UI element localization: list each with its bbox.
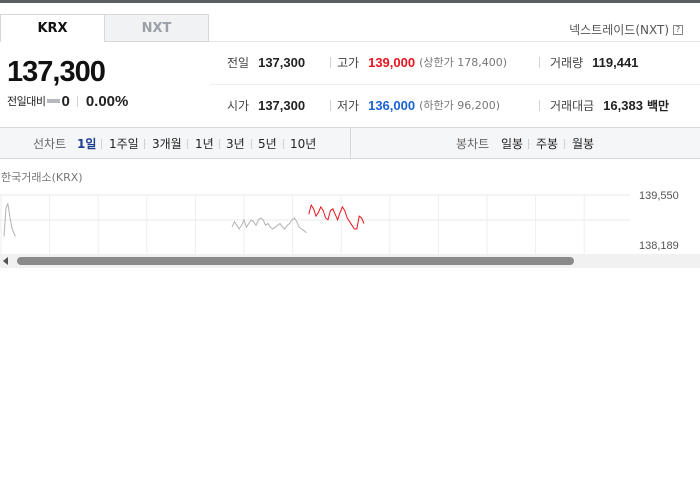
stat-high-label: 고가 [337, 55, 360, 70]
tab-underline [209, 41, 700, 42]
toolbar-divider [564, 139, 565, 149]
period-3m[interactable]: 3개월 [152, 135, 182, 152]
column-divider [330, 100, 331, 111]
column-divider [539, 57, 540, 68]
tab-krx[interactable]: KRX [0, 14, 105, 42]
change-divider [76, 95, 78, 107]
period-10y[interactable]: 10년 [290, 135, 316, 152]
stat-volume-label: 거래량 [550, 55, 584, 70]
nxt-link-label: 넥스트레이드(NXT) [569, 23, 669, 37]
current-price: 137,300 [7, 56, 106, 88]
stat-trade-value-label: 거래대금 [550, 98, 595, 113]
stat-upper-limit: (상한가 178,400) [419, 56, 508, 69]
column-divider [330, 57, 331, 68]
period-3y[interactable]: 3년 [226, 135, 245, 152]
stat-prev-close-label: 전일 [227, 55, 250, 70]
stat-high: 고가 139,000 (상한가 178,400) [337, 53, 507, 71]
stat-low: 저가 136,000 (하한가 96,200) [337, 96, 500, 114]
change-row: 전일대비 0 0.00% [7, 92, 129, 110]
tab-nxt[interactable]: NXT [104, 14, 209, 42]
toolbar-divider [528, 139, 529, 149]
period-1y[interactable]: 1년 [195, 135, 214, 152]
price-chart: 139,550 138,189 [0, 190, 679, 255]
y-tick-label: 138,189 [639, 240, 679, 252]
scroll-thumb[interactable] [17, 257, 574, 265]
scroll-left-arrow-icon[interactable] [3, 257, 8, 265]
change-label: 전일대비 [7, 95, 46, 108]
stat-open-label: 시가 [227, 98, 250, 113]
stat-prev-close: 전일 137,300 [227, 53, 305, 71]
stats-row-divider [210, 84, 700, 85]
price-series-line [308, 203, 365, 230]
period-1w[interactable]: 1주일 [109, 135, 139, 152]
line-chart-label: 선차트 [33, 137, 67, 151]
stat-volume-value: 119,441 [592, 54, 639, 70]
candle-daily[interactable]: 일봉 [501, 135, 523, 152]
candle-chart-label: 봉차트 [456, 137, 490, 151]
change-percent: 0.00% [85, 92, 129, 110]
toolbar-divider [251, 139, 252, 149]
toolbar-divider [101, 139, 102, 149]
stat-lower-limit: (하한가 96,200) [419, 99, 501, 112]
stat-open: 시가 137,300 [227, 96, 305, 114]
stat-low-label: 저가 [337, 98, 360, 113]
chart-toolbar: 선차트 1일 1주일 3개월 1년 3년 5년 10년 봉차트 일봉 주봉 월봉 [0, 127, 700, 159]
toolbar-section-divider [350, 128, 351, 158]
stat-trade-value-value: 16,383 [603, 97, 643, 113]
toolbar-divider [283, 139, 284, 149]
column-divider [539, 100, 540, 111]
y-tick-label: 139,550 [639, 190, 679, 202]
stat-trade-value-unit: 백만 [646, 98, 670, 113]
toolbar-divider [219, 139, 220, 149]
nxt-info-link[interactable]: 넥스트레이드(NXT) ? [569, 21, 683, 38]
candle-weekly[interactable]: 주봉 [536, 135, 558, 152]
period-1d[interactable]: 1일 [77, 135, 96, 152]
change-value: 0 [61, 92, 70, 110]
stat-prev-close-value: 137,300 [258, 54, 306, 70]
period-5y[interactable]: 5년 [258, 135, 277, 152]
top-border [0, 0, 700, 3]
help-icon[interactable]: ? [673, 24, 683, 35]
candle-monthly[interactable]: 월봉 [572, 135, 594, 152]
chart-scrollbar[interactable] [0, 254, 700, 268]
stat-low-value: 136,000 [368, 97, 416, 113]
stat-volume: 거래량 119,441 [550, 53, 638, 71]
stat-trade-value: 거래대금 16,383 백만 [550, 96, 669, 114]
toolbar-divider [144, 139, 145, 149]
flat-icon [47, 99, 61, 103]
stat-high-value: 139,000 [368, 54, 416, 70]
toolbar-divider [187, 139, 188, 149]
stat-open-value: 137,300 [258, 97, 306, 113]
